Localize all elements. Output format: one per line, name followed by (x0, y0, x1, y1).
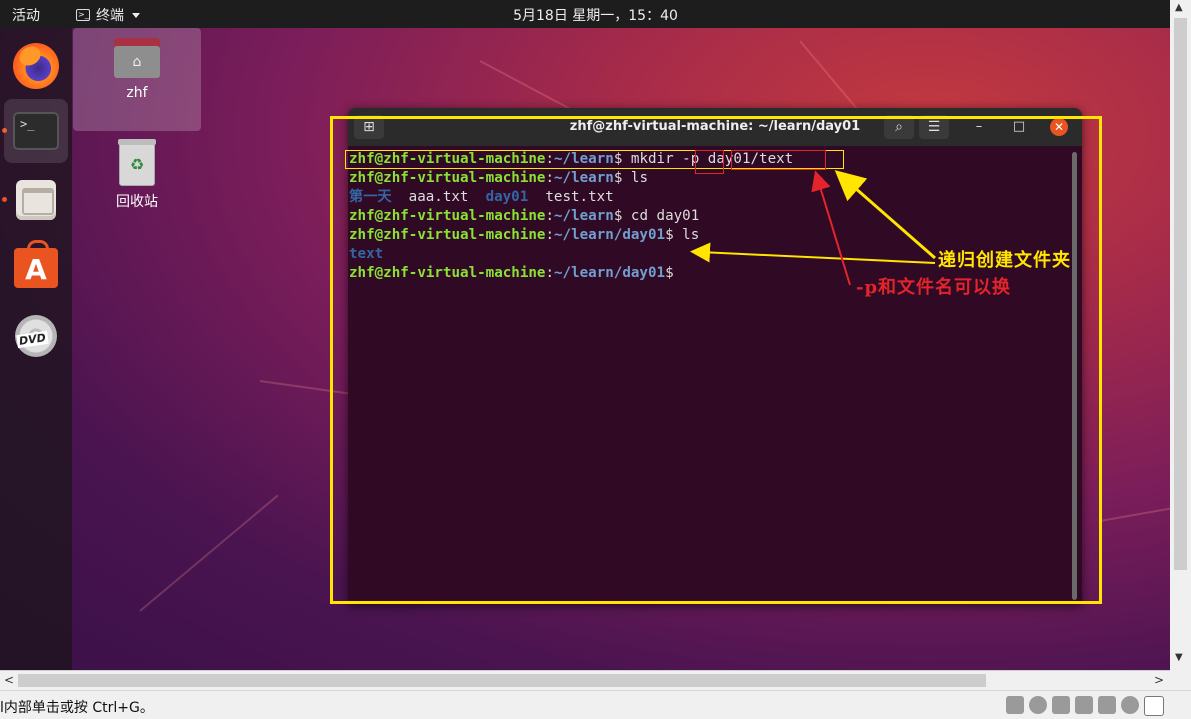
device-icons (1006, 696, 1164, 716)
status-message: l内部单击或按 Ctrl+G。 (0, 700, 154, 716)
desktop-icon-label: 回收站 (116, 194, 158, 210)
desktop-icon-home[interactable]: ⌂ zhf (73, 28, 201, 131)
files-icon (16, 180, 56, 220)
dock-item-files[interactable] (4, 168, 68, 232)
webcam-icon[interactable] (1121, 696, 1139, 714)
dvd-icon: DVD (15, 315, 57, 357)
dock: >_ A DVD (0, 28, 72, 670)
dock-item-firefox[interactable] (4, 34, 68, 98)
trash-icon: ♻ (118, 139, 156, 186)
top-bar: 活动 >_ 终端 5月18日 星期一，15：40 (0, 0, 1191, 28)
annotation-flag-box (695, 150, 724, 174)
home-folder-icon: ⌂ (114, 38, 160, 78)
annotation-yellow-frame (330, 116, 1102, 604)
scroll-right-icon[interactable]: > (1154, 673, 1164, 687)
dock-item-dvd[interactable]: DVD (4, 304, 68, 368)
network-icon[interactable] (1052, 696, 1070, 714)
desktop-icon-trash[interactable]: ♻ 回收站 (73, 139, 201, 211)
message-icon[interactable] (1144, 696, 1164, 716)
scrollbar-corner (1170, 670, 1191, 690)
software-icon: A (14, 240, 58, 288)
annotation-swap-label: -p和文件名可以换 (856, 277, 1012, 298)
scrollbar-thumb[interactable] (1174, 18, 1187, 570)
desktop-icon-label: zhf (126, 85, 148, 101)
scrollbar-thumb[interactable] (18, 674, 986, 687)
dvd-label: DVD (16, 330, 49, 349)
scroll-left-icon[interactable]: < (4, 673, 14, 687)
usb-icon[interactable] (1075, 696, 1093, 714)
dock-item-software[interactable]: A (4, 236, 68, 300)
wallpaper-streak (139, 494, 279, 612)
cd-icon[interactable] (1029, 696, 1047, 714)
vm-status-bar: l内部单击或按 Ctrl+G。 (0, 690, 1191, 719)
hard-disk-icon[interactable] (1006, 696, 1024, 714)
sound-icon[interactable] (1098, 696, 1116, 714)
scroll-down-icon[interactable]: ▼ (1175, 652, 1183, 663)
firefox-icon (13, 43, 59, 89)
annotation-path-box (731, 150, 826, 170)
dock-item-terminal[interactable]: >_ (4, 99, 68, 163)
terminal-icon: >_ (13, 112, 59, 150)
scroll-up-icon[interactable]: ▲ (1175, 2, 1183, 13)
vm-horizontal-scrollbar[interactable]: < > (0, 670, 1170, 690)
vm-vertical-scrollbar[interactable]: ▲ ▼ (1170, 0, 1191, 670)
wallpaper-streak (1099, 506, 1179, 522)
clock[interactable]: 5月18日 星期一，15：40 (0, 5, 1191, 25)
annotation-recursive-label: 递归创建文件夹 (938, 250, 1071, 271)
